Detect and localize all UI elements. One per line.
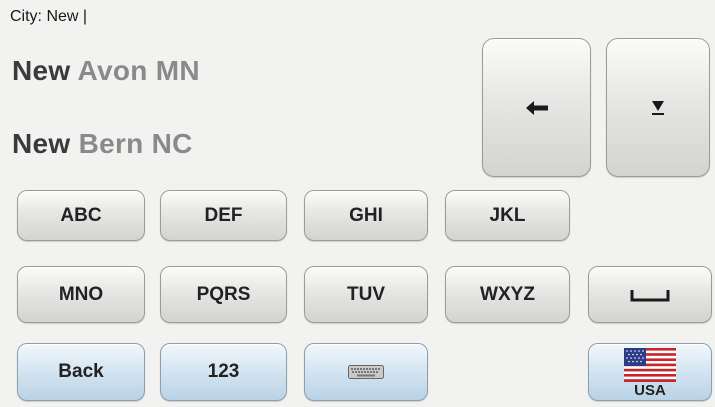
space-bar-icon [630, 288, 670, 302]
key-ghi[interactable]: GHI [304, 190, 428, 241]
list-down-icon [650, 100, 666, 116]
key-def[interactable]: DEF [160, 190, 287, 241]
key-mno[interactable]: MNO [17, 266, 145, 323]
key-jkl[interactable]: JKL [445, 190, 570, 241]
space-key[interactable] [588, 266, 712, 323]
keyboard-icon [348, 365, 384, 379]
key-wxyz[interactable]: WXYZ [445, 266, 570, 323]
key-abc[interactable]: ABC [17, 190, 145, 241]
key-tuv[interactable]: TUV [304, 266, 428, 323]
suggestion-new-avon[interactable]: New Avon MN [12, 55, 200, 87]
hide-list-button[interactable] [606, 38, 710, 177]
city-label: City: [10, 8, 42, 25]
back-button[interactable]: Back [17, 343, 145, 401]
numbers-button[interactable]: 123 [160, 343, 287, 401]
us-flag-icon [624, 348, 676, 382]
text-cursor: | [82, 8, 88, 25]
keyboard-layout-button[interactable] [304, 343, 428, 401]
country-button[interactable]: USA [588, 343, 712, 401]
suggestion-typed: New [12, 55, 71, 86]
city-input[interactable]: City: New | [10, 8, 87, 26]
left-arrow-icon [525, 100, 548, 115]
key-pqrs[interactable]: PQRS [160, 266, 287, 323]
suggestion-typed: New [12, 128, 71, 159]
suggestion-new-bern[interactable]: New Bern NC [12, 128, 193, 160]
country-label: USA [634, 382, 666, 399]
city-value: New [46, 8, 79, 25]
suggestion-rest: Bern NC [70, 128, 193, 159]
suggestion-rest: Avon MN [70, 55, 200, 86]
backspace-button[interactable] [482, 38, 591, 177]
